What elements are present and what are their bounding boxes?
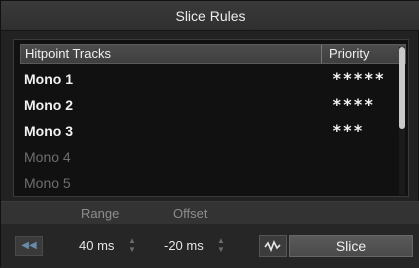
skip-to-start-button[interactable]: ◀◀ — [15, 236, 43, 256]
range-label: Range — [81, 206, 120, 221]
spinner-down-icon[interactable]: ▼ — [128, 245, 136, 254]
footer-controls: Range Offset ◀◀ 40 ms ▲ ▼ -20 ms ▲ ▼ Sli… — [1, 201, 419, 268]
spinner-down-icon[interactable]: ▼ — [217, 245, 225, 254]
column-divider[interactable] — [321, 45, 322, 63]
spinner-up-icon[interactable]: ▲ — [128, 236, 136, 245]
slice-button[interactable]: Slice — [289, 235, 413, 257]
offset-value[interactable]: -20 ms — [164, 238, 204, 253]
offset-spinner[interactable]: ▲ ▼ — [217, 236, 225, 256]
waveform-toggle-button[interactable] — [259, 235, 287, 257]
track-list: Mono 1 ***** Mono 2 **** Mono 3 *** Mono… — [24, 67, 402, 195]
control-row: ◀◀ 40 ms ▲ ▼ -20 ms ▲ ▼ Slice — [1, 224, 419, 268]
table-row[interactable]: Mono 4 — [24, 145, 394, 171]
table-row[interactable]: Mono 3 *** — [24, 119, 394, 145]
table-row[interactable]: Mono 5 — [24, 171, 394, 197]
parameter-labels: Range Offset — [1, 202, 419, 224]
table-header: Hitpoint Tracks Priority — [20, 44, 406, 64]
vertical-scrollbar[interactable] — [399, 47, 405, 195]
table-row[interactable]: Mono 1 ***** — [24, 67, 394, 93]
track-name: Mono 2 — [24, 97, 73, 113]
track-name: Mono 5 — [24, 175, 71, 191]
column-header-priority[interactable]: Priority — [329, 45, 369, 63]
slice-rules-window: Slice Rules Hitpoint Tracks Priority Mon… — [0, 0, 419, 268]
offset-label: Offset — [173, 206, 208, 221]
table-row[interactable]: Mono 2 **** — [24, 93, 394, 119]
column-header-hitpoint-tracks[interactable]: Hitpoint Tracks — [25, 45, 111, 63]
priority-stars[interactable]: **** — [332, 95, 375, 114]
hitpoint-tracks-panel: Hitpoint Tracks Priority Mono 1 ***** Mo… — [13, 39, 409, 197]
range-value[interactable]: 40 ms — [79, 238, 114, 253]
range-spinner[interactable]: ▲ ▼ — [128, 236, 136, 256]
track-name: Mono 1 — [24, 71, 73, 87]
skip-to-start-icon: ◀◀ — [21, 240, 37, 251]
window-title: Slice Rules — [1, 1, 419, 31]
track-name: Mono 4 — [24, 149, 71, 165]
priority-stars[interactable]: ***** — [332, 69, 385, 88]
waveform-icon — [264, 240, 281, 253]
scrollbar-thumb[interactable] — [399, 47, 405, 129]
spinner-up-icon[interactable]: ▲ — [217, 236, 225, 245]
track-name: Mono 3 — [24, 123, 73, 139]
priority-stars[interactable]: *** — [332, 121, 364, 140]
